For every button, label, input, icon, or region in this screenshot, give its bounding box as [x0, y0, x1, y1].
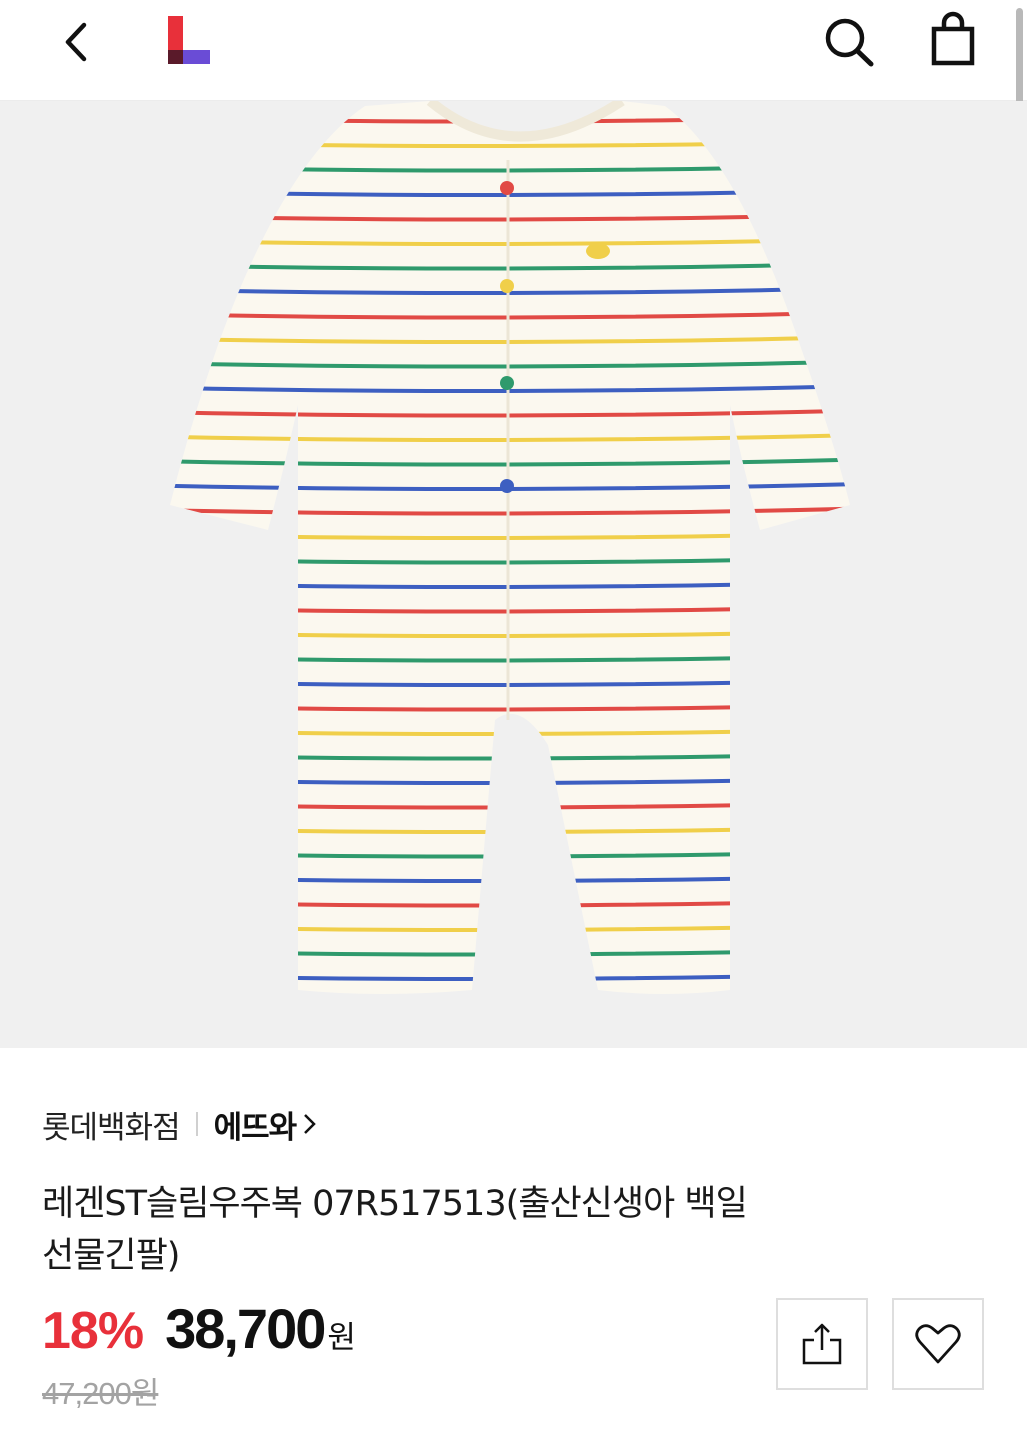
- heart-icon: [915, 1324, 961, 1364]
- brand-name: 에뜨와: [213, 1109, 298, 1146]
- chevron-right-icon: [304, 1114, 316, 1134]
- share-button[interactable]: [776, 1298, 868, 1390]
- brand-logo-icon: [168, 16, 210, 64]
- currency-unit: 원: [327, 1320, 356, 1356]
- product-title-line: 레겐ST슬림우주복 07R517513(출산신생아 백일: [42, 1184, 748, 1224]
- search-button[interactable]: [818, 10, 880, 72]
- stripe: [170, 114, 850, 124]
- original-price: 47,200원: [42, 1376, 159, 1411]
- stripe: [170, 775, 850, 786]
- back-button[interactable]: [48, 14, 104, 70]
- stripe: [170, 751, 850, 761]
- stripe: [170, 947, 850, 957]
- cart-button[interactable]: [922, 8, 984, 70]
- sale-price: 38,700: [165, 1297, 326, 1360]
- divider: [195, 1112, 198, 1136]
- chevron-left-icon: [65, 22, 87, 62]
- share-icon: [802, 1323, 842, 1365]
- stripe: [170, 824, 850, 835]
- shopping-bag-icon: [931, 11, 975, 66]
- wishlist-button[interactable]: [892, 1298, 984, 1390]
- product-title-line: 선물긴팔): [42, 1236, 180, 1276]
- stripe: [170, 971, 850, 982]
- stripe: [170, 800, 850, 810]
- stripe: [170, 922, 850, 933]
- stripe: [170, 898, 850, 908]
- product-image-carousel[interactable]: 1 / 5: [0, 101, 1027, 1048]
- stripe: [170, 873, 850, 884]
- discount-rate: 18%: [42, 1302, 144, 1360]
- price-row: 18% 38,700 원: [42, 1296, 356, 1366]
- store-brand-row: 롯데백화점 에뜨와: [42, 1100, 318, 1148]
- brand-link[interactable]: 에뜨와: [214, 1102, 319, 1147]
- top-nav-bar: [0, 0, 1027, 101]
- search-icon: [825, 18, 874, 67]
- romper-image: [170, 101, 850, 994]
- product-title: 레겐ST슬림우주복 07R517513(출산신생아 백일 선물긴팔): [42, 1178, 862, 1282]
- stripe: [170, 726, 850, 737]
- stripe: [170, 849, 850, 859]
- home-logo[interactable]: [158, 10, 214, 70]
- store-name: 롯데백화점: [42, 1109, 181, 1146]
